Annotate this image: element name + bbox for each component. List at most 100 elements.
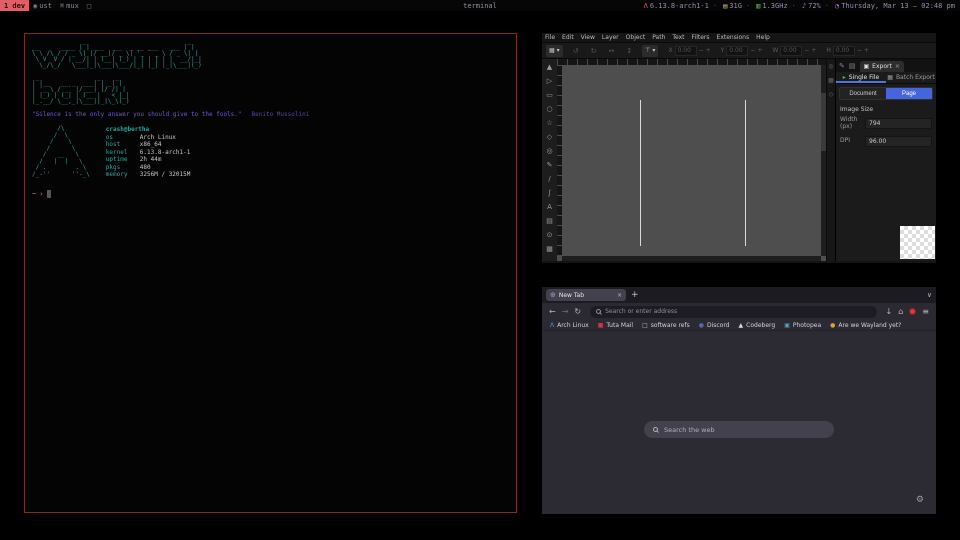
ascii-banner: _ _ __ ____ | | ___ ___ _ __ ___ ___ | |… [32, 39, 509, 105]
close-icon[interactable]: × [895, 63, 900, 70]
rotate-ccw-icon[interactable]: ↺ [573, 47, 579, 55]
vertical-scrollbar[interactable] [821, 65, 826, 256]
pages-tool-icon[interactable]: ▦ [546, 242, 553, 256]
bookmark-discord[interactable]: ●Discord [699, 322, 730, 329]
gradient-tool-icon[interactable]: ▤ [546, 214, 553, 228]
width-input[interactable]: 794 [865, 118, 932, 129]
menu-item[interactable]: Object [626, 34, 646, 41]
bookmark-wayland[interactable]: ●Are we Wayland yet? [830, 322, 901, 329]
stepper-plus[interactable]: + [811, 47, 816, 54]
dpi-label: DPI [840, 138, 862, 145]
forward-button[interactable]: → [562, 307, 569, 316]
coord-input[interactable]: 0.00 [780, 46, 802, 56]
workspace-tag-4[interactable]: □ [83, 0, 95, 11]
stepper-plus[interactable]: + [864, 47, 869, 54]
swatches-dialog-icon[interactable]: ▤ [849, 62, 856, 70]
snap-bbox-icon[interactable]: ◎ [828, 63, 833, 70]
page-button[interactable]: Page [886, 88, 932, 99]
reload-button[interactable]: ↻ [574, 307, 581, 316]
list-tabs-chevron-icon[interactable]: ∨ [927, 291, 932, 299]
status-module-icon: ▥ [756, 2, 760, 10]
quote-line: "Silence is the only answer you should g… [32, 111, 509, 118]
box3d-tool-icon[interactable]: ◇ [547, 130, 552, 144]
browser-tab-new-tab[interactable]: ⊕ New Tab × [546, 289, 626, 301]
pencil-dialog-icon[interactable]: ✎ [839, 62, 845, 70]
align-dropdown[interactable]: ⊤▾ [642, 45, 658, 57]
rotate-cw-icon[interactable]: ↻ [591, 47, 597, 55]
web-search-input[interactable]: Search the web [644, 421, 834, 438]
workspace-tag-ust[interactable]: ◉ust [29, 0, 56, 11]
inkscape-canvas[interactable] [557, 59, 826, 261]
square-icon: □ [87, 2, 91, 10]
menu-item[interactable]: Layer [602, 34, 619, 41]
rect-tool-icon[interactable]: ▭ [546, 88, 553, 102]
extension-icon[interactable] [909, 308, 916, 315]
flip-vertical-icon[interactable]: ↕ [626, 47, 632, 55]
pencil-tool-icon[interactable]: ✎ [547, 158, 553, 172]
coord-input[interactable]: 0.00 [726, 46, 748, 56]
menu-item[interactable]: File [545, 34, 555, 41]
menu-item[interactable]: View [581, 34, 595, 41]
stepper-plus[interactable]: + [757, 47, 762, 54]
menu-item[interactable]: Text [672, 34, 684, 41]
workspace-tag-dev[interactable]: 1 dev [0, 0, 29, 11]
stepper-plus[interactable]: + [706, 47, 711, 54]
home-button[interactable]: ⌂ [898, 307, 903, 316]
tab-batch-export[interactable]: ▦Batch Export [886, 72, 936, 83]
selector-tool-icon[interactable]: ▲ [547, 60, 552, 74]
coord-field: H0.00−+ [826, 46, 869, 56]
stepper-minus[interactable]: − [750, 47, 755, 54]
back-button[interactable]: ← [549, 307, 556, 316]
workspace-tag-mux[interactable]: ⌘mux [56, 0, 83, 11]
tab-single-file[interactable]: ▸Single File [836, 72, 886, 83]
url-bar[interactable]: Search or enter address [590, 306, 876, 318]
menu-item[interactable]: Extensions [717, 34, 750, 41]
shell-prompt[interactable]: ~ › [32, 190, 509, 198]
new-tab-button[interactable]: + [631, 290, 639, 300]
menu-item[interactable]: Help [756, 34, 770, 41]
ellipse-tool-icon[interactable]: ○ [546, 102, 552, 116]
menu-button[interactable]: ≡ [922, 307, 929, 316]
terminal-window[interactable]: _ _ __ ____ | | ___ ___ _ __ ___ ___ | |… [24, 33, 517, 513]
horizontal-scrollbar[interactable] [562, 256, 821, 261]
coord-field: W0.00−+ [772, 46, 816, 56]
bookmark-codeberg[interactable]: ▲Codeberg [739, 322, 776, 329]
flip-horizontal-icon[interactable]: ↔ [608, 47, 614, 55]
menu-item[interactable]: Filters [692, 34, 710, 41]
fetch-row: pkgs480 [106, 164, 191, 172]
bookmark-photopea[interactable]: ▣Photopea [784, 322, 821, 329]
star-tool-icon[interactable]: ☆ [546, 116, 552, 130]
stepper-minus[interactable]: − [857, 47, 862, 54]
stepper-minus[interactable]: − [804, 47, 809, 54]
stepper-minus[interactable]: − [699, 47, 704, 54]
close-tab-icon[interactable]: × [617, 292, 622, 299]
pen-tool-icon[interactable]: ∕ [548, 172, 550, 186]
coord-input[interactable]: 0.00 [833, 46, 855, 56]
status-kernel: Λ6.13.8-arch1-1 [644, 2, 709, 10]
menu-item[interactable]: Edit [562, 34, 574, 41]
scrollbar-thumb[interactable] [821, 93, 826, 151]
snap-nodes-icon[interactable]: ▦ [828, 77, 834, 84]
gear-icon[interactable]: ⚙ [916, 495, 924, 505]
coord-input[interactable]: 0.00 [675, 46, 697, 56]
status-disk: ▤31G [709, 2, 742, 10]
spiral-tool-icon[interactable]: ◎ [546, 144, 552, 158]
snap-others-icon[interactable]: ◇ [829, 91, 834, 98]
dropper-tool-icon[interactable]: ⊙ [547, 228, 553, 242]
export-scope-buttons: Document Page [839, 87, 933, 100]
text-tool-icon[interactable]: A [547, 200, 552, 214]
bookmark-arch-linux[interactable]: ΛArch Linux [550, 322, 589, 329]
node-tool-icon[interactable]: ▷ [547, 74, 552, 88]
search-placeholder: Search the web [664, 426, 715, 434]
downloads-button[interactable]: ↓ [886, 307, 893, 316]
calligraphy-tool-icon[interactable]: ∫ [548, 186, 552, 200]
selection-mode-dropdown[interactable]: ▦▾ [546, 45, 563, 57]
menu-item[interactable]: Path [652, 34, 665, 41]
dpi-input[interactable]: 96.00 [865, 136, 932, 147]
browser-window: ⊕ New Tab × + ∨ ← → ↻ Search or enter ad… [542, 287, 936, 514]
export-dialog-tab[interactable]: ▣Export× [860, 61, 904, 72]
chevron-down-icon: ▾ [557, 47, 560, 54]
document-button[interactable]: Document [840, 88, 886, 99]
bookmark-software-refs[interactable]: □software refs [642, 322, 690, 329]
bookmark-tuta-mail[interactable]: ■Tuta Mail [598, 322, 633, 329]
